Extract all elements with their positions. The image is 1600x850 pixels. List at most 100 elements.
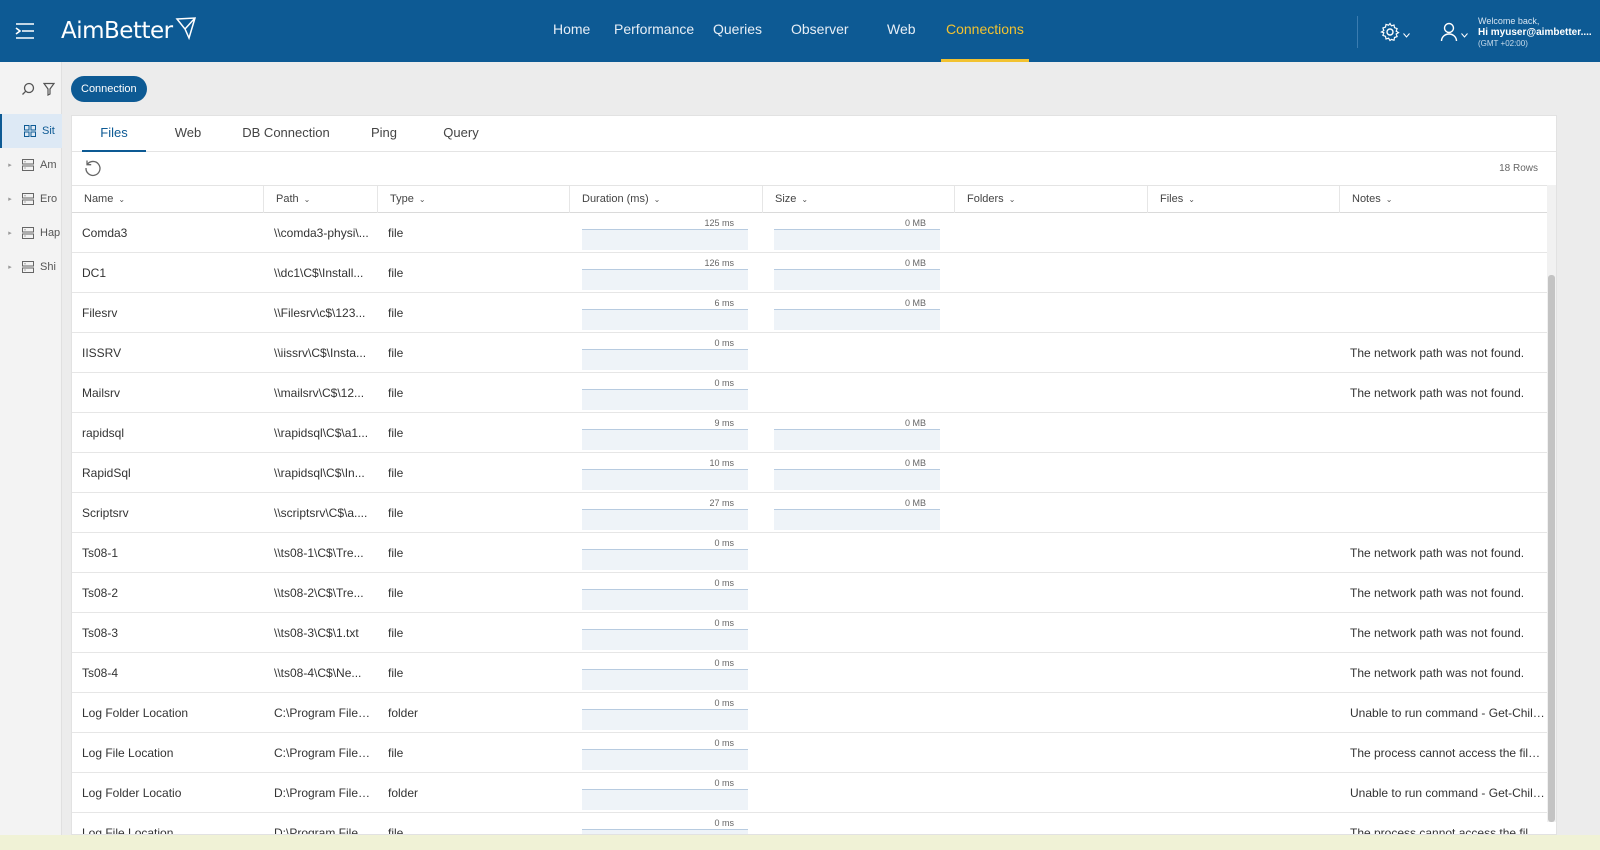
size-bar — [774, 229, 940, 250]
cell-name: rapidsql — [82, 426, 125, 440]
table-row[interactable]: RapidSql \\rapidsql\C$\In... file 10 ms … — [72, 453, 1548, 493]
cell-notes: The network path was not found. — [1350, 346, 1525, 360]
nav-observer[interactable]: Observer — [791, 0, 887, 62]
cell-path: \\rapidsql\C$\In... — [274, 466, 365, 480]
cell-type: file — [388, 306, 404, 320]
user-menu[interactable] — [1440, 22, 1468, 45]
tab-db-connection[interactable]: DB Connection — [240, 116, 332, 152]
sidebar-tools — [21, 82, 56, 99]
duration-value: 0 ms — [714, 378, 734, 388]
sidebar-item-ero[interactable]: ▸ Ero — [0, 182, 62, 216]
duration-value: 0 ms — [714, 618, 734, 628]
sidebar-item-hap[interactable]: ▸ Hap — [0, 216, 62, 250]
table-row[interactable]: Scriptsrv \\scriptsrv\C$\a.... file 27 m… — [72, 493, 1548, 533]
column-header-label: Path — [276, 193, 299, 205]
server-icon — [22, 159, 34, 171]
cell-notes — [1350, 253, 1545, 293]
cell-type: folder — [388, 706, 419, 720]
tab-files[interactable]: Files — [82, 116, 146, 152]
duration-value: 0 ms — [714, 538, 734, 548]
nav-home[interactable]: Home — [553, 0, 614, 62]
size-value: 0 MB — [904, 258, 926, 268]
column-header-folders[interactable]: Folders ⌄ — [955, 186, 1148, 213]
rows-count: 18 Rows — [1499, 163, 1538, 174]
cell-notes — [1350, 493, 1545, 533]
filter-icon[interactable] — [42, 82, 56, 99]
size-value: 0 MB — [904, 418, 926, 428]
nav-web[interactable]: Web — [887, 0, 946, 62]
duration-bar — [582, 549, 748, 570]
table-row[interactable]: Ts08-1 \\ts08-1\C$\Tre... file 0 ms The … — [72, 533, 1548, 573]
expand-arrow-icon[interactable]: ▸ — [5, 263, 15, 271]
duration-value: 0 ms — [714, 338, 734, 348]
column-header-type[interactable]: Type ⌄ — [378, 186, 570, 213]
connection-button[interactable]: Connection — [71, 76, 147, 102]
column-header-duration[interactable]: Duration (ms) ⌄ — [570, 186, 763, 213]
cell-path: D:\Program Files... — [274, 826, 374, 835]
menu-toggle-icon[interactable] — [14, 22, 36, 40]
size-value: 0 MB — [904, 498, 926, 508]
cell-path: C:\Program Files... — [274, 746, 374, 760]
search-icon[interactable] — [21, 82, 35, 99]
nav-queries[interactable]: Queries — [713, 0, 791, 62]
cell-name: DC1 — [82, 266, 107, 280]
nav-connections[interactable]: Connections — [941, 0, 1029, 62]
cell-type: file — [388, 546, 404, 560]
cell-path: \\ts08-1\C$\Tre... — [274, 546, 364, 560]
column-header-path[interactable]: Path ⌄ — [264, 186, 378, 213]
table-toolbar: 18 Rows — [72, 152, 1556, 186]
sidebar-item-sites[interactable]: Sit — [0, 114, 62, 148]
duration-value: 0 ms — [714, 578, 734, 588]
duration-value: 27 ms — [709, 498, 734, 508]
cell-name: Ts08-1 — [82, 546, 119, 560]
cell-notes: The network path was not found. — [1350, 586, 1525, 600]
main-nav: Home Performance Queries Observer Web Co… — [553, 0, 1029, 62]
table-row[interactable]: IISSRV \\iissrv\C$\Insta... file 0 ms Th… — [72, 333, 1548, 373]
table-row[interactable]: Log Folder Location C:\Program Files... … — [72, 693, 1548, 733]
cell-type: file — [388, 226, 404, 240]
table-row[interactable]: Log File Location D:\Program Files... fi… — [72, 813, 1548, 835]
tab-ping[interactable]: Ping — [364, 116, 404, 152]
table-row[interactable]: Log File Location C:\Program Files... fi… — [72, 733, 1548, 773]
table-row[interactable]: Ts08-3 \\ts08-3\C$\1.txt file 0 ms The n… — [72, 613, 1548, 653]
column-header-label: Duration (ms) — [582, 193, 649, 205]
nav-performance[interactable]: Performance — [614, 0, 713, 62]
table-row[interactable]: Log Folder Locatio D:\Program Files... f… — [72, 773, 1548, 813]
cell-notes: The network path was not found. — [1350, 546, 1525, 560]
cell-notes: The network path was not found. — [1350, 386, 1525, 400]
table-row[interactable]: Comda3 \\comda3-physi\... file 125 ms 0 … — [72, 213, 1548, 253]
table-row[interactable]: rapidsql \\rapidsql\C$\a1... file 9 ms 0… — [72, 413, 1548, 453]
scrollbar-thumb[interactable] — [1548, 275, 1555, 822]
cell-path: \\Filesrv\c$\123... — [274, 306, 366, 320]
cell-name: RapidSql — [82, 466, 131, 480]
table-row[interactable]: Filesrv \\Filesrv\c$\123... file 6 ms 0 … — [72, 293, 1548, 333]
cell-path: \\ts08-3\C$\1.txt — [274, 626, 359, 640]
table-row[interactable]: DC1 \\dc1\C$\Install... file 126 ms 0 MB — [72, 253, 1548, 293]
settings-menu[interactable] — [1380, 22, 1410, 45]
tab-query[interactable]: Query — [437, 116, 485, 152]
column-header-files[interactable]: Files ⌄ — [1148, 186, 1340, 213]
table-row[interactable]: Ts08-4 \\ts08-4\C$\Ne... file 0 ms The n… — [72, 653, 1548, 693]
expand-arrow-icon[interactable]: ▸ — [5, 229, 15, 237]
column-header-label: Files — [1160, 193, 1184, 205]
sidebar-item-label: Hap — [40, 227, 61, 239]
sidebar-item-am[interactable]: ▸ Am — [0, 148, 62, 182]
cell-type: file — [388, 586, 404, 600]
column-header-name[interactable]: Name ⌄ — [72, 186, 264, 213]
column-header-label: Name — [84, 193, 114, 205]
refresh-icon[interactable] — [83, 158, 103, 181]
column-header-label: Notes — [1352, 193, 1381, 205]
expand-arrow-icon[interactable]: ▸ — [5, 195, 15, 203]
tab-web[interactable]: Web — [168, 116, 208, 152]
duration-value: 0 ms — [714, 738, 734, 748]
duration-bar — [582, 429, 748, 450]
size-bar — [774, 429, 940, 450]
sidebar-item-shi[interactable]: ▸ Shi — [0, 250, 62, 284]
cell-type: file — [388, 466, 404, 480]
table-row[interactable]: Mailsrv \\mailsrv\C$\12... file 0 ms The… — [72, 373, 1548, 413]
expand-arrow-icon[interactable]: ▸ — [5, 161, 15, 169]
column-header-size[interactable]: Size ⌄ — [763, 186, 955, 213]
column-header-notes[interactable]: Notes ⌄ — [1340, 186, 1548, 213]
table-row[interactable]: Ts08-2 \\ts08-2\C$\Tre... file 0 ms The … — [72, 573, 1548, 613]
brand-logo[interactable]: AimBetter — [61, 16, 197, 46]
